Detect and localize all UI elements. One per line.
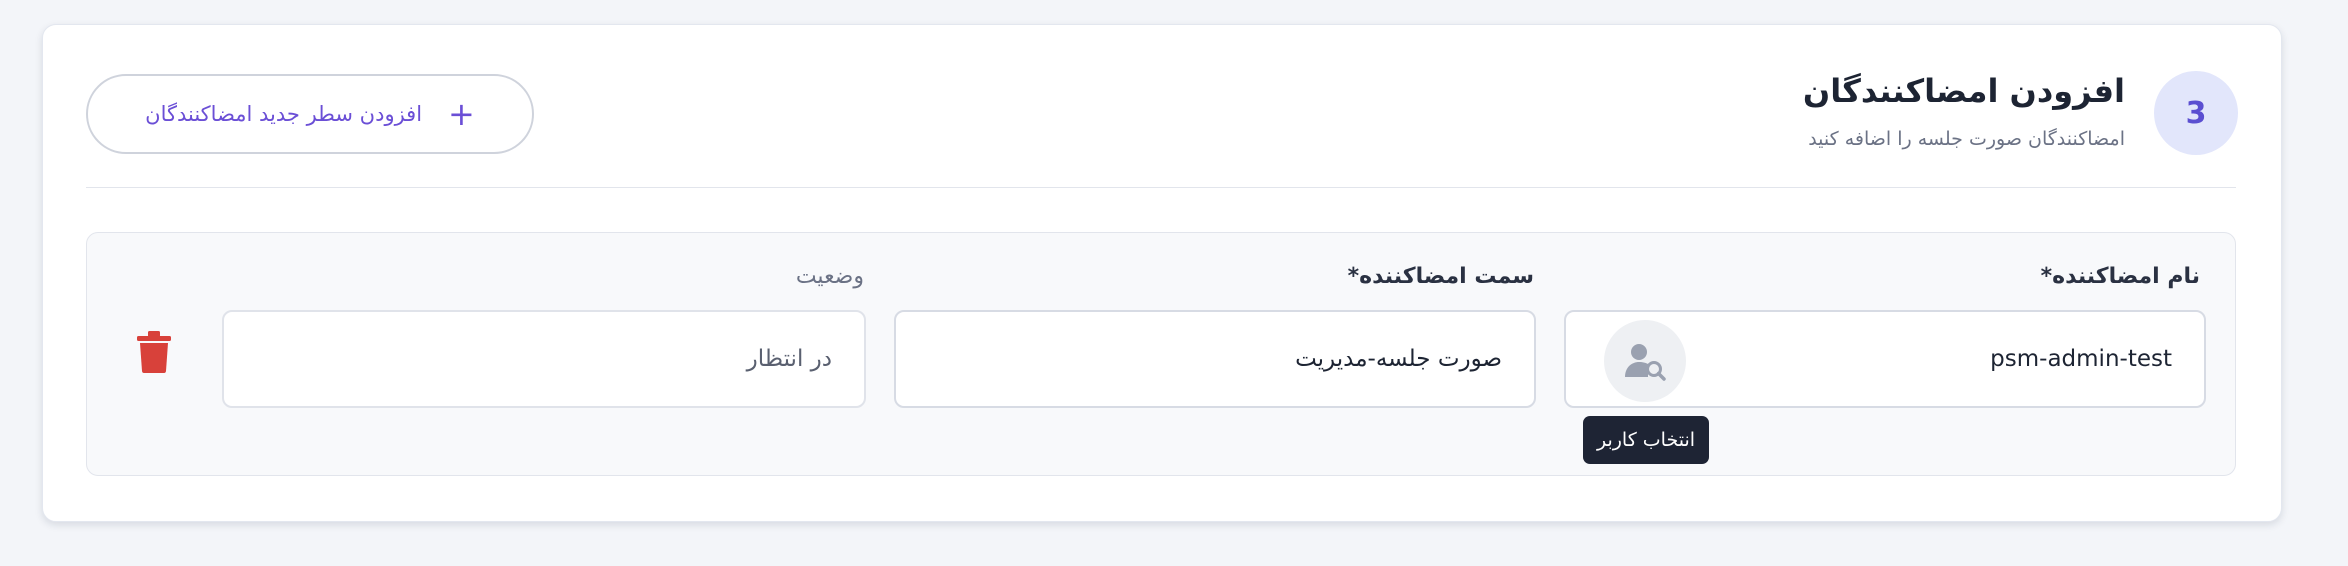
user-search-icon [1625, 344, 1666, 381]
select-user-button[interactable] [1604, 320, 1686, 402]
add-signer-row-button[interactable]: + افزودن سطر جدید امضاکنندگان [86, 74, 534, 154]
signer-position-field[interactable]: صورت جلسه-مدیریت [894, 310, 1536, 408]
signer-position-value: صورت جلسه-مدیریت [1295, 346, 1502, 372]
signer-position-label: سمت امضاکننده* [1347, 264, 1534, 289]
plus-icon: + [448, 95, 475, 133]
section-subtitle: امضاکنندگان صورت جلسه را اضافه کنید [1808, 128, 2125, 150]
signer-name-label: نام امضاکننده* [2040, 264, 2200, 289]
status-value: در انتظار [746, 346, 832, 372]
status-label: وضعیت [795, 264, 864, 289]
signer-name-value: psm-admin-test [1990, 346, 2172, 372]
section-title: افزودن امضاکنندگان [1802, 72, 2125, 110]
status-field: در انتظار [222, 310, 866, 408]
section-divider [86, 187, 2236, 188]
trash-icon[interactable] [136, 330, 172, 374]
step-number-badge: 3 [2154, 71, 2238, 155]
select-user-tooltip: انتخاب کاربر [1583, 416, 1709, 464]
add-signer-row-label: افزودن سطر جدید امضاکنندگان [145, 102, 423, 126]
